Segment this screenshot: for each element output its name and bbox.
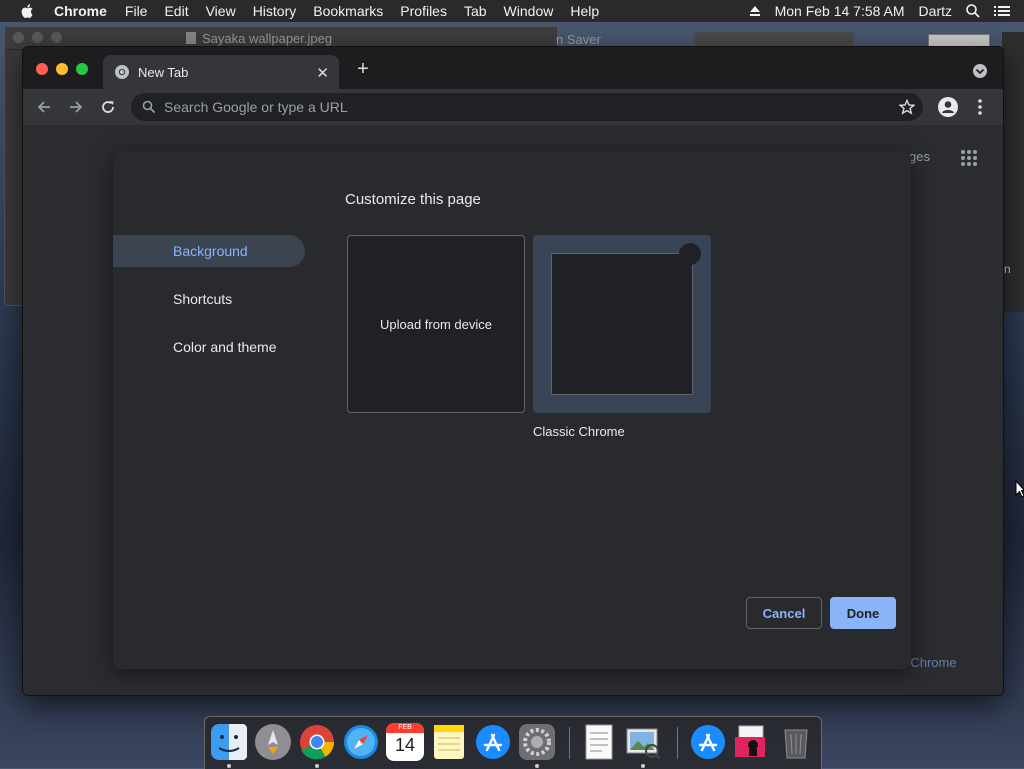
tab-new-tab[interactable]: New Tab ✕ (103, 55, 339, 89)
tab-strip[interactable]: New Tab ✕ + (23, 47, 1003, 89)
system-preferences-icon[interactable] (518, 723, 556, 761)
dialog-title: Customize this page (345, 191, 481, 208)
classic-chrome-label: Classic Chrome (533, 424, 625, 439)
preview-running-dot (641, 764, 645, 768)
chrome-running-dot (315, 764, 319, 768)
classic-chrome-preview (551, 253, 693, 395)
image-file-icon (186, 32, 196, 44)
textedit-icon[interactable] (580, 723, 618, 761)
menu-bookmarks[interactable]: Bookmarks (313, 3, 383, 19)
trash-icon[interactable] (777, 723, 815, 761)
background-window-right-text: n (1004, 262, 1011, 276)
nav-item-label: Shortcuts (173, 291, 233, 307)
menu-app-name[interactable]: Chrome (54, 3, 107, 19)
chrome-favicon-icon (115, 65, 129, 79)
calendar-day: 14 (394, 735, 416, 755)
safari-icon[interactable] (342, 723, 380, 761)
nav-item-label: Color and theme (173, 339, 277, 355)
menu-window[interactable]: Window (504, 3, 554, 19)
calendar-month: FEB (386, 723, 424, 733)
nav-item-background[interactable]: Background (113, 235, 305, 267)
notes-icon[interactable] (430, 723, 468, 761)
cancel-label: Cancel (762, 605, 806, 621)
menu-file[interactable]: File (125, 3, 148, 19)
background-window-title: Sayaka wallpaper.jpeg (202, 30, 333, 46)
new-tab-page: ges ze Chrome Customize this page Backgr… (23, 125, 1003, 695)
chrome-icon[interactable] (298, 723, 336, 761)
tab-title: New Tab (138, 64, 189, 80)
menu-edit[interactable]: Edit (164, 3, 188, 19)
omnibox-placeholder: Search Google or type a URL (164, 99, 348, 115)
close-window-button[interactable] (36, 63, 48, 75)
menu-history[interactable]: History (253, 3, 297, 19)
mouse-cursor-icon (1015, 480, 1024, 498)
toolbar: Search Google or type a URL (23, 89, 1003, 125)
background-window-controls (5, 31, 62, 46)
menu-help[interactable]: Help (570, 3, 599, 19)
apps-grid-icon[interactable] (960, 149, 978, 167)
ntp-images-link[interactable]: ges (909, 149, 930, 164)
omnibox[interactable]: Search Google or type a URL (131, 93, 923, 121)
close-tab-icon[interactable]: ✕ (316, 64, 329, 82)
upload-label: Upload from device (380, 316, 492, 332)
bookmark-star-icon[interactable] (899, 99, 915, 115)
background-window-right[interactable]: n (1002, 32, 1024, 312)
eject-icon[interactable] (749, 5, 761, 17)
more-menu-icon[interactable] (975, 97, 985, 117)
system-preferences-running-dot (535, 764, 539, 768)
done-button[interactable]: Done (830, 597, 896, 629)
menu-user[interactable]: Dartz (919, 3, 952, 19)
dock-separator (569, 727, 570, 759)
chrome-window[interactable]: New Tab ✕ + Search Google or type a URL … (22, 46, 1004, 696)
photo-booth-icon[interactable] (733, 723, 771, 761)
app-store-alt-icon[interactable] (689, 723, 727, 761)
nav-item-color-and-theme[interactable]: Color and theme (113, 331, 305, 363)
zoom-window-button[interactable] (76, 63, 88, 75)
apple-icon[interactable] (20, 3, 36, 19)
finder-running-dot (227, 764, 231, 768)
reload-icon[interactable] (99, 98, 117, 116)
background-window-secondary-title: n Saver (556, 32, 601, 47)
cancel-button[interactable]: Cancel (746, 597, 822, 629)
notification-center-icon[interactable] (994, 5, 1010, 17)
forward-arrow-icon[interactable] (67, 98, 85, 116)
classic-chrome-tile[interactable] (533, 235, 711, 413)
preview-icon[interactable] (624, 723, 662, 761)
menu-tab[interactable]: Tab (464, 3, 487, 19)
selected-check-icon (679, 243, 701, 265)
profile-avatar-icon[interactable] (938, 97, 958, 117)
calendar-icon[interactable]: FEB 14 (386, 723, 424, 761)
menu-view[interactable]: View (206, 3, 236, 19)
menu-datetime[interactable]: Mon Feb 14 7:58 AM (775, 3, 905, 19)
spotlight-search-icon[interactable] (966, 4, 980, 18)
finder-icon[interactable] (210, 723, 248, 761)
customize-dialog: Customize this page Background Shortcuts… (113, 151, 911, 669)
done-label: Done (846, 605, 880, 621)
search-icon (142, 100, 156, 114)
app-store-icon[interactable] (474, 723, 512, 761)
new-tab-plus-icon[interactable]: + (353, 58, 373, 81)
minimize-window-button[interactable] (56, 63, 68, 75)
tab-search-chevron-icon[interactable] (973, 64, 987, 78)
nav-item-shortcuts[interactable]: Shortcuts (113, 283, 305, 315)
menu-profiles[interactable]: Profiles (400, 3, 447, 19)
background-search-field[interactable] (694, 32, 854, 46)
menu-bar: Chrome File Edit View History Bookmarks … (0, 0, 1024, 22)
dock: FEB 14 (204, 716, 822, 769)
dock-separator (677, 727, 678, 759)
upload-from-device-tile[interactable]: Upload from device (347, 235, 525, 413)
back-arrow-icon[interactable] (35, 98, 53, 116)
nav-item-label: Background (173, 243, 248, 259)
launchpad-icon[interactable] (254, 723, 292, 761)
